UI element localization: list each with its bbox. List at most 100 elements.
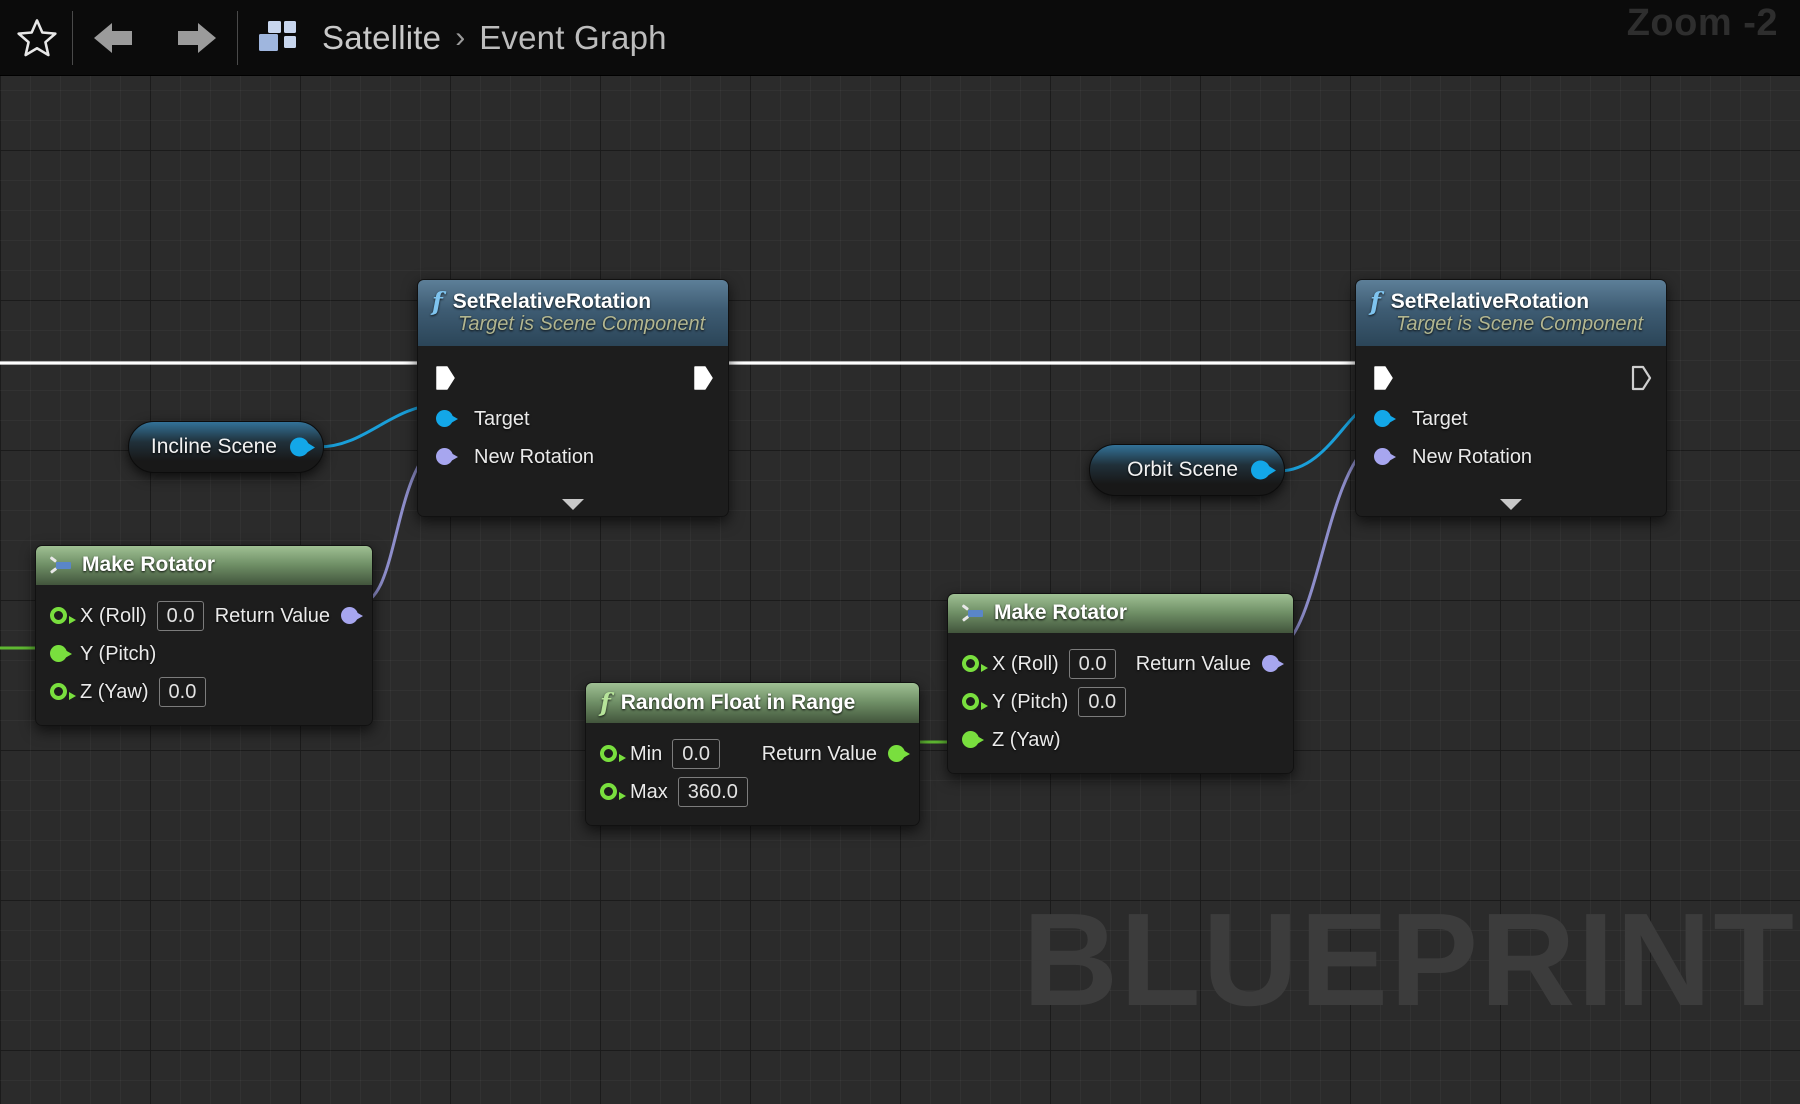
blueprint-icon-button[interactable] (242, 0, 316, 76)
node-header: Make Rotator (948, 594, 1293, 633)
return-value-output-pin[interactable] (1262, 655, 1284, 672)
y-pitch-input-pin[interactable] (962, 693, 988, 710)
node-title: Random Float in Range (620, 690, 856, 714)
pin-label-target: Target (474, 407, 530, 430)
node-header: Make Rotator (36, 546, 372, 585)
breadcrumb-current[interactable]: Event Graph (479, 19, 666, 57)
node-variable-orbit-scene[interactable]: Orbit Scene (1089, 444, 1285, 496)
favorite-star-button[interactable] (6, 0, 68, 76)
pin-row-min: Min 0.0 Return Value (586, 735, 919, 773)
node-header: f SetRelativeRotation Target is Scene Co… (1356, 280, 1666, 346)
top-toolbar: Satellite › Event Graph Zoom -2 (0, 0, 1800, 76)
pin-label-y-pitch: Y (Pitch) (992, 690, 1069, 713)
target-input-pin[interactable] (436, 410, 458, 427)
pin-row-new-rotation: New Rotation (418, 438, 728, 476)
pin-row-y-pitch: Y (Pitch) 0.0 (948, 683, 1293, 721)
node-expander-arrow[interactable] (1500, 499, 1522, 510)
variable-output-pin[interactable] (290, 437, 315, 457)
pin-label-new-rotation: New Rotation (1412, 445, 1533, 468)
pin-label-return-value: Return Value (761, 742, 877, 765)
pin-label-return-value: Return Value (1135, 652, 1251, 675)
x-roll-input-pin[interactable] (50, 607, 76, 624)
pin-label-y-pitch: Y (Pitch) (80, 642, 157, 665)
blueprint-editor-window: BLUEPRINT f SetRelativeRotation Target i… (0, 0, 1800, 1104)
z-yaw-input-pin[interactable] (50, 683, 76, 700)
breadcrumb-root[interactable]: Satellite (322, 19, 441, 57)
z-yaw-input-pin[interactable] (962, 731, 984, 748)
breadcrumb: Satellite › Event Graph (322, 19, 667, 57)
exec-output-pin[interactable] (1630, 365, 1652, 391)
pin-row-new-rotation: New Rotation (1356, 438, 1666, 476)
y-pitch-value-input[interactable]: 0.0 (1078, 687, 1127, 717)
return-value-output-pin[interactable] (888, 745, 910, 762)
y-pitch-input-pin[interactable] (50, 645, 72, 662)
pin-label-x-roll: X (Roll) (992, 652, 1059, 675)
pin-row-max: Max 360.0 (586, 773, 919, 811)
function-f-icon: f (432, 287, 443, 316)
pin-row-z-yaw: Z (Yaw) 0.0 (36, 673, 372, 711)
node-subtitle: Target is Scene Component (1396, 313, 1644, 335)
pin-row-target: Target (1356, 400, 1666, 438)
node-title: Make Rotator (82, 553, 216, 576)
arrow-right-icon (178, 22, 216, 53)
pin-row-target: Target (418, 400, 728, 438)
function-f-icon: f (600, 688, 611, 717)
pin-row-x-roll: X (Roll) 0.0 Return Value (948, 645, 1293, 683)
node-make-rotator-1[interactable]: Make Rotator X (Roll) 0.0 Return Value Y… (35, 545, 373, 726)
x-roll-input-pin[interactable] (962, 655, 988, 672)
arrow-left-icon (94, 22, 132, 53)
exec-input-pin[interactable] (434, 365, 456, 391)
pin-label-new-rotation: New Rotation (474, 445, 595, 468)
zoom-level-label: Zoom -2 (1626, 2, 1778, 44)
min-input-pin[interactable] (600, 745, 626, 762)
blueprint-grid-icon (259, 20, 296, 51)
pin-label-target: Target (1412, 407, 1468, 430)
breadcrumb-separator: › (455, 20, 466, 54)
return-value-output-pin[interactable] (341, 607, 363, 624)
max-input-pin[interactable] (600, 783, 626, 800)
node-set-relative-rotation-1[interactable]: f SetRelativeRotation Target is Scene Co… (417, 279, 729, 517)
pin-label-max: Max (630, 780, 668, 803)
back-button[interactable] (77, 0, 155, 76)
pin-label-z-yaw: Z (Yaw) (80, 680, 149, 703)
pin-label-x-roll: X (Roll) (80, 604, 147, 627)
node-title: Make Rotator (994, 601, 1128, 624)
forward-button[interactable] (155, 0, 233, 76)
variable-label: Incline Scene (150, 435, 277, 458)
node-variable-incline-scene[interactable]: Incline Scene (128, 421, 324, 473)
x-roll-value-input[interactable]: 0.0 (1068, 649, 1117, 679)
variable-label: Orbit Scene (1127, 458, 1238, 481)
target-input-pin[interactable] (1374, 410, 1396, 427)
z-yaw-value-input[interactable]: 0.0 (158, 677, 207, 707)
pin-label-z-yaw: Z (Yaw) (992, 728, 1061, 751)
max-value-input[interactable]: 360.0 (677, 777, 748, 807)
pin-row-x-roll: X (Roll) 0.0 Return Value (36, 597, 372, 635)
new-rotation-input-pin[interactable] (1374, 448, 1396, 465)
make-struct-icon (961, 604, 984, 622)
min-value-input[interactable]: 0.0 (672, 739, 721, 769)
pin-label-min: Min (630, 742, 663, 765)
pin-label-return-value: Return Value (214, 604, 330, 627)
function-f-icon: f (1370, 287, 1381, 316)
exec-row (418, 356, 728, 400)
node-make-rotator-2[interactable]: Make Rotator X (Roll) 0.0 Return Value Y… (947, 593, 1294, 774)
blueprint-watermark: BLUEPRINT (1022, 886, 1796, 1033)
node-random-float-in-range[interactable]: f Random Float in Range Min 0.0 Return V… (585, 682, 920, 826)
exec-input-pin[interactable] (1372, 365, 1394, 391)
node-header: f SetRelativeRotation Target is Scene Co… (418, 280, 728, 346)
node-set-relative-rotation-2[interactable]: f SetRelativeRotation Target is Scene Co… (1355, 279, 1667, 517)
make-struct-icon (49, 556, 72, 574)
node-title: SetRelativeRotation (1390, 289, 1590, 313)
node-title: SetRelativeRotation (452, 289, 652, 313)
new-rotation-input-pin[interactable] (436, 448, 458, 465)
node-expander-arrow[interactable] (562, 499, 584, 510)
node-subtitle: Target is Scene Component (458, 313, 706, 335)
toolbar-divider-2 (237, 10, 238, 65)
star-icon (17, 18, 57, 56)
pin-row-y-pitch: Y (Pitch) (36, 635, 372, 673)
variable-output-pin[interactable] (1251, 460, 1276, 480)
exec-output-pin[interactable] (692, 365, 714, 391)
x-roll-value-input[interactable]: 0.0 (156, 601, 205, 631)
pin-row-z-yaw: Z (Yaw) (948, 721, 1293, 759)
node-header: f Random Float in Range (586, 683, 919, 723)
